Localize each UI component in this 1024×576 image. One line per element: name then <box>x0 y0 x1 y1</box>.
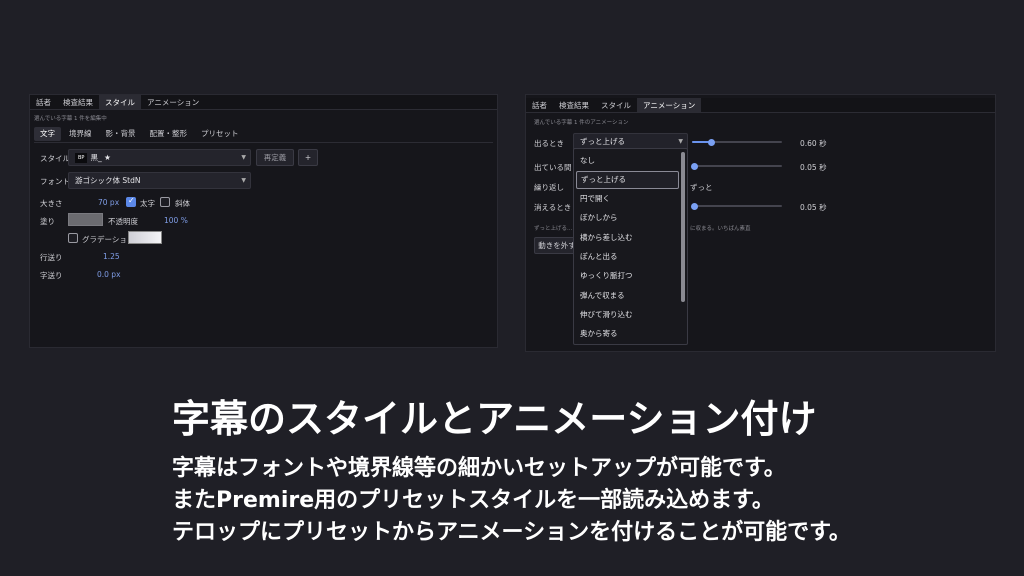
caption-line-2: またPremire用のプリセットスタイルを一部読み込めます。 <box>172 488 774 513</box>
line-spacing-value[interactable]: 1.25 <box>103 252 120 261</box>
tab-speaker[interactable]: 話者 <box>30 95 57 109</box>
subtab-border[interactable]: 境界線 <box>63 127 98 141</box>
font-label: フォント <box>40 177 70 186</box>
redefine-button[interactable]: 再定義 <box>256 149 294 166</box>
editing-note: 選んでいる字幕 1 件を編集中 <box>34 116 107 122</box>
fill-label: 塗り <box>40 217 55 226</box>
enter-animation-value: ずっと上げる <box>580 137 625 146</box>
dropdown-item-none[interactable]: なし <box>576 152 679 170</box>
enter-label: 出るとき <box>534 139 564 148</box>
left-tabbar: 話者 検査結果 スタイル アニメーション <box>30 95 497 110</box>
repeat-label: 繰り返し <box>534 183 564 192</box>
dropdown-item-from-back[interactable]: 奥から寄る <box>576 325 679 343</box>
tab-inspection[interactable]: 検査結果 <box>57 95 99 109</box>
exit-time: 0.05 秒 <box>800 203 827 212</box>
subtab-preset[interactable]: プリセット <box>195 127 245 141</box>
style-panel: 話者 検査結果 スタイル アニメーション 選んでいる字幕 1 件を編集中 文字 … <box>29 94 498 348</box>
dropdown-item-pulse[interactable]: ゆっくり脈打つ <box>576 267 679 285</box>
style-select-value: 黒_ ★ <box>90 153 111 162</box>
gradation-swatch[interactable] <box>128 231 162 244</box>
enter-time: 0.60 秒 <box>800 139 827 148</box>
tab-style[interactable]: スタイル <box>99 95 141 109</box>
char-spacing-label: 字送り <box>40 271 63 280</box>
dropdown-item-pop[interactable]: ぽんと出る <box>576 248 679 266</box>
stay-slider-track[interactable] <box>692 165 782 167</box>
divider <box>34 142 493 143</box>
right-tabbar: 話者 検査結果 スタイル アニメーション <box>526 98 995 113</box>
chevron-down-icon: ▼ <box>678 138 683 145</box>
gradation-label: グラデーション <box>82 235 135 244</box>
opacity-value[interactable]: 100 % <box>164 216 188 225</box>
bold-checkbox[interactable] <box>126 196 136 207</box>
animation-note: 選んでいる字幕 1 件のアニメーション <box>534 120 629 126</box>
opacity-label: 不透明度 <box>108 217 138 226</box>
add-style-button[interactable]: + <box>298 149 318 166</box>
dropdown-item-stretch-slide[interactable]: 伸びて滑り込む <box>576 306 679 324</box>
subtab-text[interactable]: 文字 <box>34 127 61 141</box>
stay-label: 出ている間 <box>534 163 572 172</box>
enter-animation-dropdown: なし ずっと上げる 円で開く ぼかしから 横から差し込む ぽんと出る ゆっくり脈… <box>573 148 688 345</box>
style-subtabs: 文字 境界線 影・背景 配置・整形 プリセット <box>34 127 245 141</box>
exit-label: 消えるとき <box>534 203 572 212</box>
fill-color-swatch[interactable] <box>68 213 103 226</box>
dropdown-item-bounce[interactable]: 弾んで収まる <box>576 287 679 305</box>
stay-slider-handle[interactable] <box>691 162 698 170</box>
tab-inspection[interactable]: 検査結果 <box>553 98 595 112</box>
dropdown-item-circle-open[interactable]: 円で開く <box>576 190 679 208</box>
repeat-value: ずっと <box>690 183 713 192</box>
stay-time: 0.05 秒 <box>800 163 827 172</box>
dropdown-item-rise[interactable]: ずっと上げる <box>576 171 679 189</box>
hint-left: ずっと上げる... <box>534 226 573 232</box>
chevron-down-icon: ▼ <box>241 154 246 161</box>
caption-line-1: 字幕はフォントや境界線等の細かいセットアップが可能です。 <box>172 456 786 481</box>
size-label: 大きさ <box>40 199 63 208</box>
gradation-checkbox[interactable] <box>68 233 78 243</box>
dropdown-scrollbar[interactable] <box>681 152 685 302</box>
caption-title: 字幕のスタイルとアニメーション付け <box>172 397 817 441</box>
tab-animation[interactable]: アニメーション <box>637 98 702 112</box>
exit-slider-track[interactable] <box>692 205 782 207</box>
italic-checkbox[interactable] <box>160 197 170 207</box>
chevron-down-icon: ▼ <box>241 177 246 184</box>
char-spacing-value[interactable]: 0.0 px <box>97 270 121 279</box>
tab-speaker[interactable]: 話者 <box>526 98 553 112</box>
italic-label: 斜体 <box>175 199 190 208</box>
font-select-value: 游ゴシック体 StdN <box>75 176 141 185</box>
dropdown-item-slide-side[interactable]: 横から差し込む <box>576 229 679 247</box>
style-preset-badge: BP <box>75 153 88 163</box>
subtab-shadow[interactable]: 影・背景 <box>100 127 142 141</box>
font-select[interactable]: 游ゴシック体 StdN ▼ <box>68 172 251 189</box>
caption-line-3: テロップにプリセットからアニメーションを付けることが可能です。 <box>172 520 851 545</box>
tab-animation[interactable]: アニメーション <box>141 95 205 109</box>
tab-style[interactable]: スタイル <box>595 98 637 112</box>
enter-slider-handle[interactable] <box>708 138 715 146</box>
bold-label: 太字 <box>140 199 155 208</box>
style-label: スタイル <box>40 154 70 163</box>
dropdown-item-blur-in[interactable]: ぼかしから <box>576 209 679 227</box>
hint-right: に収まる。いちばん素直 <box>690 226 751 232</box>
exit-slider-handle[interactable] <box>691 202 698 210</box>
style-select[interactable]: BP 黒_ ★ ▼ <box>68 149 251 166</box>
subtab-layout[interactable]: 配置・整形 <box>144 127 194 141</box>
line-spacing-label: 行送り <box>40 253 63 262</box>
size-value[interactable]: 70 px <box>98 198 119 207</box>
